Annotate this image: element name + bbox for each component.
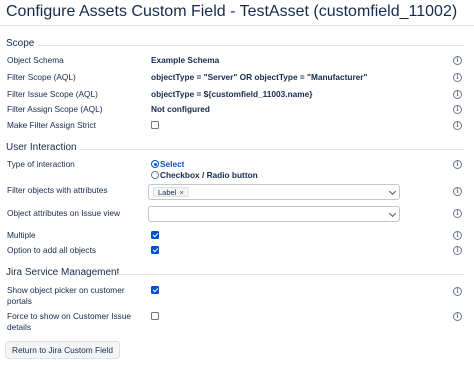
filter-objects-attributes-label: Filter objects with attributes [7,185,108,195]
multiple-label: Multiple [7,230,36,240]
object-attributes-issue-view-label: Object attributes on Issue view [7,208,120,218]
info-icon[interactable]: i [453,231,462,240]
show-object-picker-label-line1: Show object picker on customer [7,285,125,295]
info-icon[interactable]: i [453,287,462,296]
remove-tag-icon[interactable]: × [179,188,183,197]
info-icon[interactable]: i [453,56,462,65]
section-divider [116,274,464,275]
section-heading-user-interaction: User Interaction [6,142,77,153]
make-filter-assign-strict-label: Make Filter Assign Strict [7,120,96,130]
force-show-checkbox[interactable] [151,312,159,320]
show-object-picker-checkbox[interactable] [151,286,159,294]
filter-scope-label: Filter Scope (AQL) [7,72,76,82]
attribute-tag: Label × [153,187,189,197]
section-heading-scope: Scope [6,38,35,49]
force-show-label-line2: details [7,322,31,332]
section-divider [80,149,464,150]
filter-objects-attributes-select[interactable]: Label × [148,184,400,200]
object-attributes-issue-view-select[interactable] [148,206,400,222]
title-divider [0,25,474,26]
force-show-label-line1: Force to show on Customer Issue [7,311,132,321]
option-add-all-checkbox[interactable] [151,246,159,254]
object-schema-label: Object Schema [7,55,64,65]
info-icon[interactable]: i [453,73,462,82]
info-icon[interactable]: i [453,209,462,218]
info-icon[interactable]: i [453,160,462,169]
filter-scope-value: objectType = "Server" OR objectType = "M… [151,72,368,82]
force-show-label: Force to show on Customer Issue details [7,311,131,333]
option-add-all-label: Option to add all objects [7,245,97,255]
chevron-down-icon[interactable] [388,209,397,218]
page-title: Configure Assets Custom Field - TestAsse… [6,3,458,20]
section-divider [38,45,464,46]
chevron-down-icon[interactable] [388,187,397,196]
multiple-checkbox[interactable] [151,231,159,239]
info-icon[interactable]: i [453,90,462,99]
type-of-interaction-label: Type of interaction [7,159,75,169]
info-icon[interactable]: i [453,105,462,114]
filter-issue-scope-label: Filter Issue Scope (AQL) [7,89,98,99]
section-heading-jsm: Jira Service Management [6,267,120,278]
show-object-picker-label-line2: portals [7,296,32,306]
show-object-picker-label: Show object picker on customer portals [7,285,125,307]
filter-assign-scope-value: Not configured [151,104,210,114]
info-icon[interactable]: i [453,187,462,196]
radio-select-label: Select [160,159,185,169]
return-to-custom-field-button[interactable]: Return to Jira Custom Field [5,341,120,359]
radio-select[interactable] [151,160,159,168]
radio-option-select[interactable]: Select [151,159,184,169]
filter-issue-scope-value: objectType = ${customfield_11003.name} [151,89,313,99]
radio-option-checkbox[interactable]: Checkbox / Radio button [151,170,258,180]
make-filter-assign-strict-checkbox[interactable] [151,121,159,129]
object-schema-value: Example Schema [151,55,220,65]
info-icon[interactable]: i [453,121,462,130]
radio-checkbox[interactable] [151,171,159,179]
info-icon[interactable]: i [453,312,462,321]
attribute-tag-label: Label [158,188,177,197]
info-icon[interactable]: i [453,246,462,255]
radio-checkbox-label: Checkbox / Radio button [160,170,258,180]
filter-assign-scope-label: Filter Assign Scope (AQL) [7,104,103,114]
